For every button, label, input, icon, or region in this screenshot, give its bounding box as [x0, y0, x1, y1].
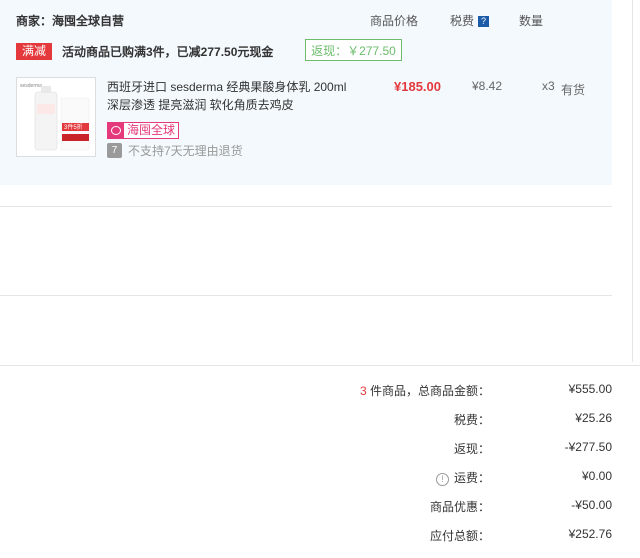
promo-text: 活动商品已购满3件，已减277.50元现金	[62, 45, 274, 59]
summary-total-label-text: 件商品，总商品金额：	[369, 384, 490, 398]
no-return-notice: 7 不支持7天无理由退货	[107, 142, 243, 159]
product-thumbnail[interactable]: sesderma 3件5折	[16, 77, 96, 157]
haitao-global-badge: 海囤全球	[107, 122, 180, 139]
summary-discount-label: 商品优惠：	[429, 500, 490, 514]
merchant-label-text: 商家：	[16, 14, 53, 28]
summary-payable-value: ¥252.76	[568, 527, 612, 541]
product-title-line1[interactable]: 西班牙进口 sesderma 经典果酸身体乳 200ml	[107, 78, 367, 96]
product-image-promo: 3件5折	[64, 123, 83, 131]
product-title-line2[interactable]: 深层渗透 提亮滋润 软化角质去鸡皮	[107, 96, 367, 114]
info-icon[interactable]: !	[435, 473, 449, 486]
summary-total-row: 3 件商品，总商品金额： ¥555.00	[0, 382, 640, 402]
product-image: sesderma 3件5折	[17, 78, 95, 156]
merchant-label: 商家：海囤全球自营	[16, 12, 124, 29]
summary-rebate-label: 返现：	[453, 442, 490, 456]
summary-shipping-row: ! 运费： ¥0.00	[0, 469, 640, 489]
summary-discount-value: -¥50.00	[571, 498, 612, 512]
rebate-badge: 返现：￥277.50	[305, 39, 402, 61]
summary-tax-label: 税费：	[453, 413, 490, 427]
product-image-brand: sesderma	[20, 83, 42, 89]
summary-shipping-value: ¥0.00	[581, 469, 612, 483]
summary-total-label: 3 件商品，总商品金额：	[360, 382, 490, 399]
promo-tag: 满减	[16, 43, 52, 60]
order-block: 商家：海囤全球自营 商品价格 税费? 数量 满减 活动商品已购满3件，已减277…	[0, 0, 612, 185]
summary-rebate-row: 返现： -¥277.50	[0, 440, 640, 460]
column-header-price: 商品价格	[370, 14, 419, 28]
divider	[0, 206, 612, 207]
summary-payable-row: 应付总额： ¥252.76	[0, 527, 640, 547]
product-tax: ¥8.42	[472, 79, 503, 93]
summary-tax-row: 税费： ¥25.26	[0, 411, 640, 431]
column-header-tax: 税费?	[450, 12, 490, 29]
column-header-qty: 数量	[519, 14, 544, 28]
help-icon[interactable]: ?	[478, 16, 490, 27]
summary-payable-label: 应付总额：	[429, 529, 490, 543]
product-title[interactable]: 西班牙进口 sesderma 经典果酸身体乳 200ml 深层渗透 提亮滋润 软…	[107, 78, 367, 114]
no-return-text: 不支持7天无理由退货	[128, 144, 243, 158]
summary-item-count: 3	[359, 384, 367, 398]
stock-status: 有货	[561, 83, 586, 97]
summary-shipping-label-text: 运费：	[453, 471, 490, 485]
haitao-badge-label: 海囤全球	[127, 123, 176, 137]
column-header-tax-label: 税费	[450, 14, 475, 28]
vertical-divider	[632, 0, 633, 362]
merchant-name[interactable]: 海囤全球自营	[52, 14, 124, 28]
summary-tax-value: ¥25.26	[575, 411, 612, 425]
summary-shipping-label: ! 运费：	[435, 469, 490, 486]
summary-total-value: ¥555.00	[568, 382, 612, 396]
divider	[0, 295, 612, 296]
summary-discount-row: 商品优惠： -¥50.00	[0, 498, 640, 518]
summary-rebate-value: -¥277.50	[564, 440, 612, 454]
haitao-logo-icon	[108, 123, 124, 138]
no-return-icon: 7	[107, 143, 122, 158]
product-quantity: x3	[542, 79, 555, 93]
divider	[0, 365, 640, 366]
product-price: ¥185.00	[394, 79, 441, 94]
